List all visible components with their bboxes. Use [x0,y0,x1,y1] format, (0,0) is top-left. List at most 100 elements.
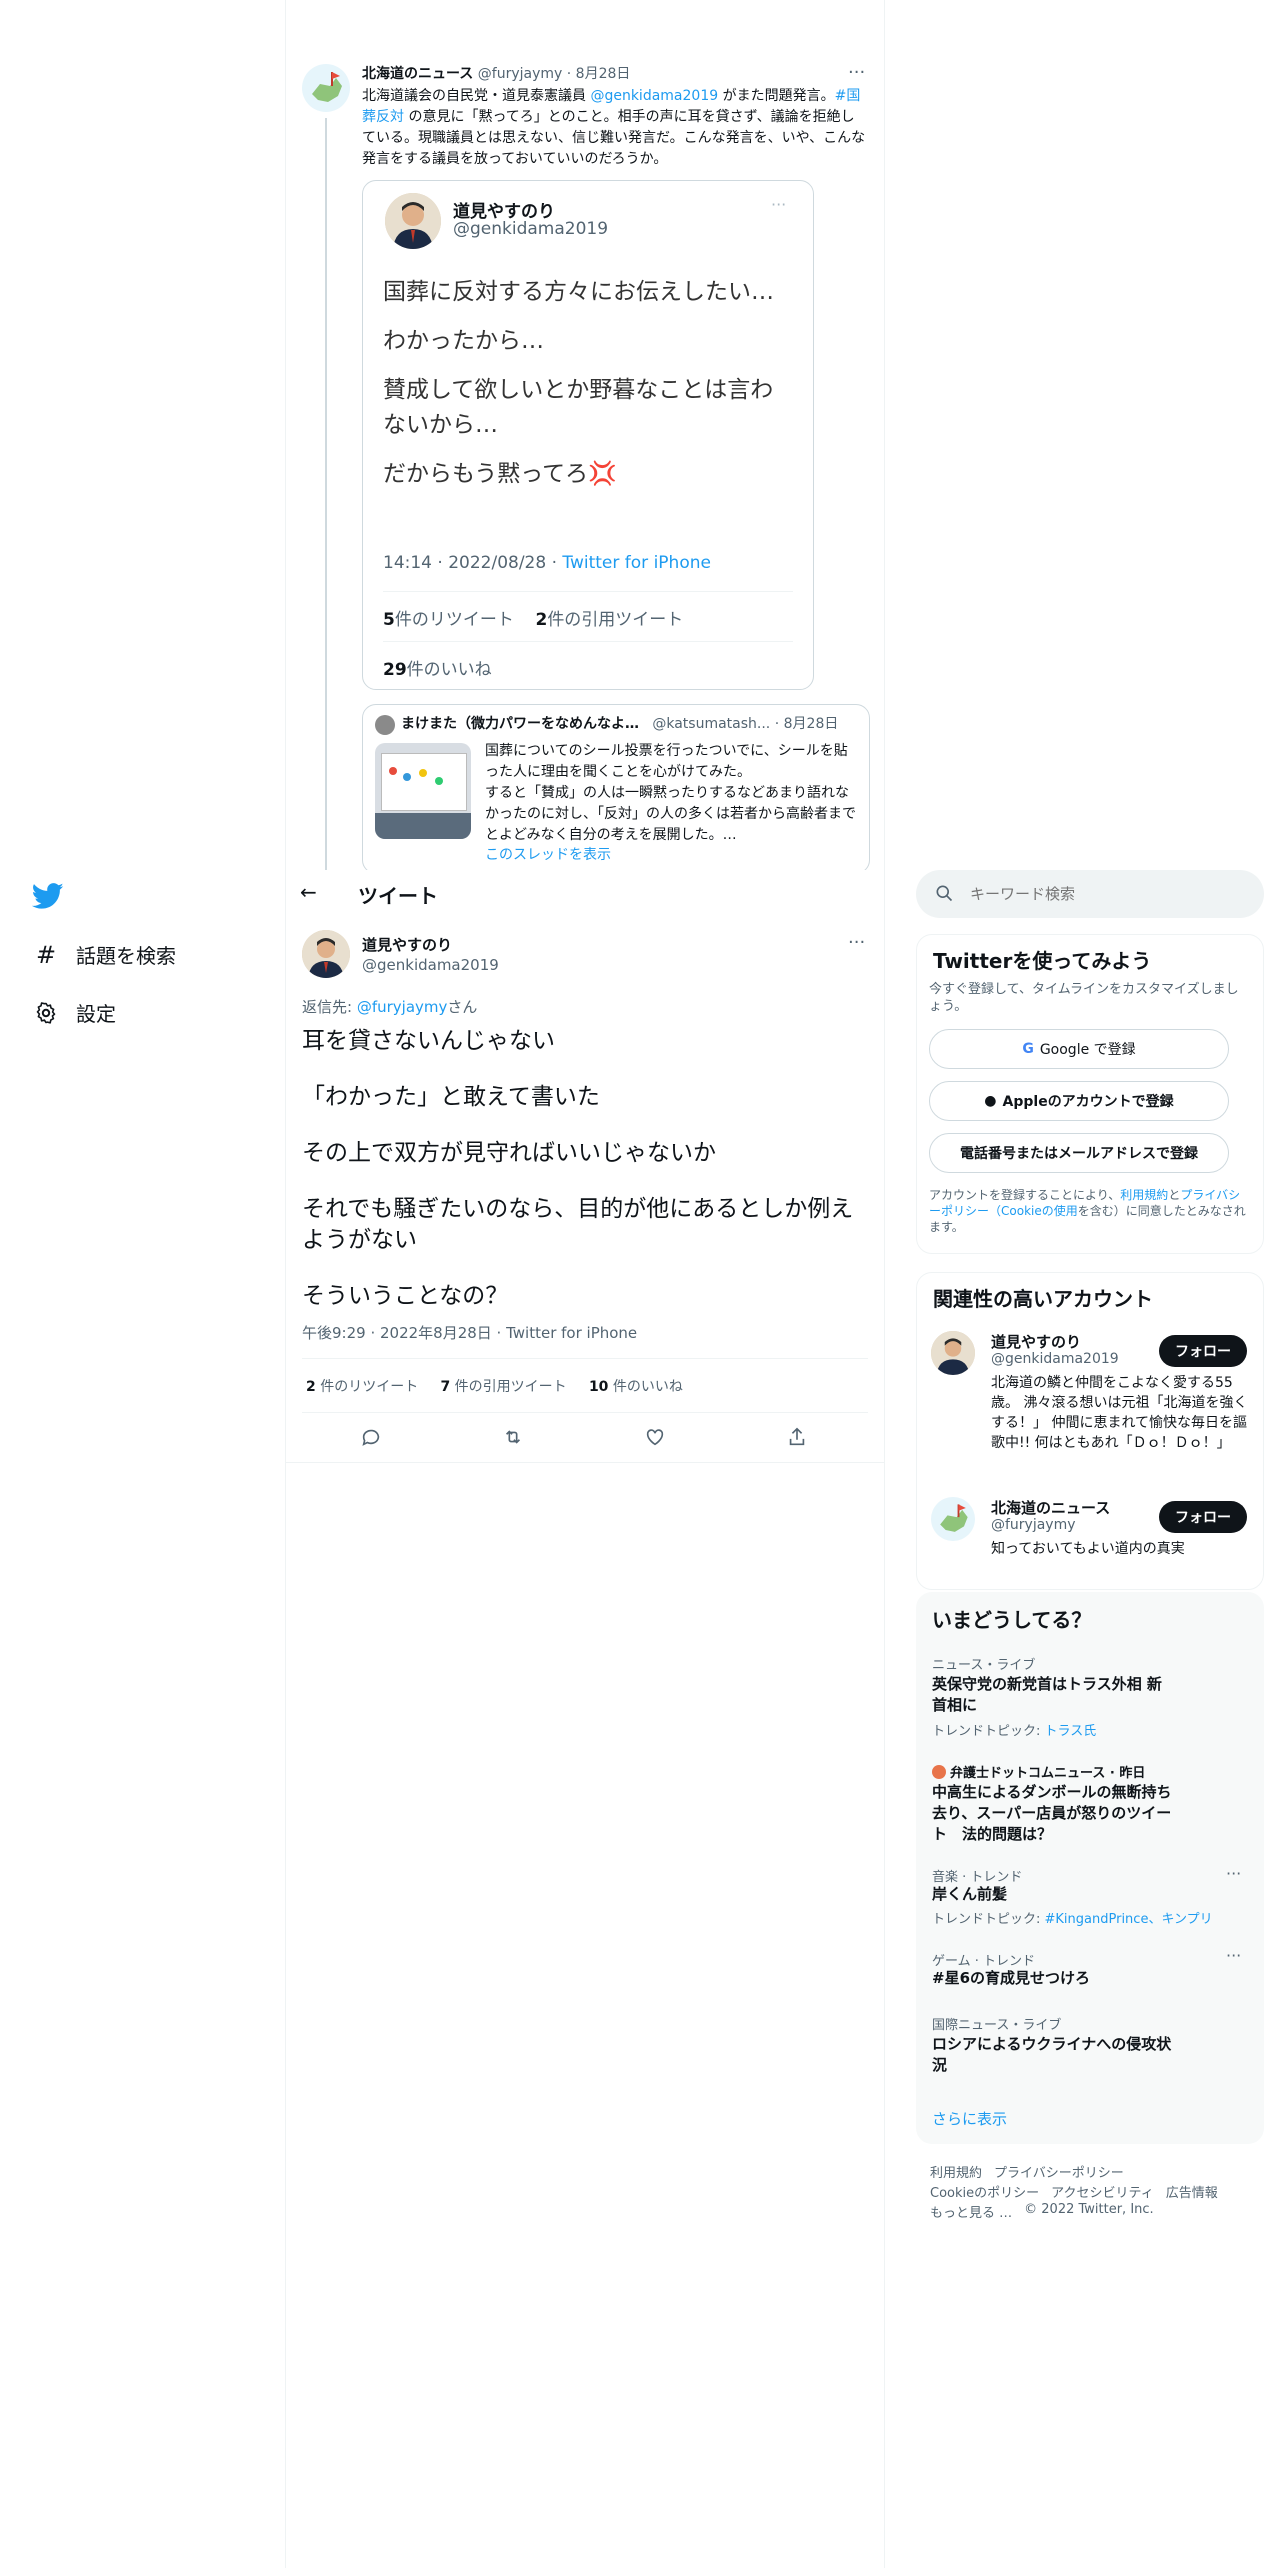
stat-count: 10 [588,1379,609,1395]
related-name[interactable]: 道見やすのり [991,1331,1081,1352]
divider [383,641,793,642]
reply-thumbnail[interactable] [375,743,471,839]
footer-cookies-link[interactable]: Cookieのポリシー [930,2182,1039,2201]
main-author-name[interactable]: 道見やすのり [362,934,452,955]
google-icon: G [1022,1041,1034,1057]
trend-sub-link[interactable]: トラス氏 [1045,1724,1097,1739]
stat-count: 7 [440,1379,451,1395]
related-title: 関連性の高いアカウント [933,1287,1153,1311]
column-divider-right [884,0,885,2568]
quoted-text-part: がまた問題発言。 [718,88,835,104]
like-icon[interactable] [644,1426,666,1452]
follow-button[interactable]: フォロー [1159,1335,1247,1367]
search-icon [934,883,954,907]
embedded-text: 国葬に反対する方々にお伝えしたい… わかったから… 賛成して欲しいとか野暮なこと… [383,275,783,492]
phone-signup-button[interactable]: 電話番号またはメールアドレスで登録 [929,1133,1229,1173]
gear-icon [32,999,60,1027]
google-signup-label: Google で登録 [1039,1042,1136,1058]
stat-label: 件のいいね [406,660,492,680]
back-arrow-icon[interactable]: ← [300,880,317,904]
embedded-avatar [385,193,441,249]
main-author-avatar[interactable] [302,930,350,978]
stat-count: 2 [535,610,548,630]
footer-ads-link[interactable]: 広告情報 [1166,2182,1218,2201]
embedded-source: Twitter for iPhone [562,553,711,573]
show-thread-link[interactable]: このスレッドを表示 [485,845,611,866]
reply-avatar [375,715,395,735]
related-avatar[interactable] [931,1331,975,1375]
reply-header: まけまた（微力パワーをなめんなよ… @katsumatash... · 8月28… [401,716,839,732]
reply-icon[interactable] [360,1426,382,1452]
likes-stat[interactable]: 10 件のいいね [589,1379,683,1395]
share-icon[interactable] [786,1426,808,1452]
retweet-icon[interactable] [502,1426,524,1452]
reply-suffix: さん [447,998,478,1016]
quoted-reply-card[interactable]: まけまた（微力パワーをなめんなよ… @katsumatash... · 8月28… [362,704,870,874]
footer-more-link[interactable]: もっと見る … [930,2202,1012,2221]
embedded-time: 14:14 · 2022/08/28 · [383,553,563,573]
google-signup-button[interactable]: G Google で登録 [929,1029,1229,1069]
quoted-tweet-header: 北海道のニュース @furyjaymy · 8月28日 [362,66,631,82]
search-bar[interactable] [916,870,1264,918]
reply-to-link[interactable]: @furyjaymy [357,998,448,1016]
page-title: ツイート [358,884,438,908]
hokkaido-news-avatar[interactable] [302,64,350,112]
trends-panel: いまどうしてる？ ニュース・ライブ 英保守党の新党首はトラス外相 新首相に トレ… [916,1592,1264,2144]
related-accounts-panel: 関連性の高いアカウント 道見やすのり @genkidama2019 フォロー 北… [916,1272,1264,1590]
nav-settings[interactable]: 設定 [32,998,116,1027]
trend-title: #星6の育成見せつけろ [932,1969,1091,1987]
search-input[interactable] [968,878,1252,910]
quotes-stat[interactable]: 7 件の引用ツイート [440,1379,566,1395]
embedded-line: だからもう黙ってろ💢 [383,461,617,487]
quoted-text-part: の意見に「黙ってろ」とのこと。相手の声に耳を貸さず、議論を拒絶している。現職議員… [362,109,866,167]
footer-row: 利用規約 プライバシーポリシー [930,2162,1124,2181]
retweets-stat[interactable]: 2 件のリツイート [306,1379,418,1395]
more-icon[interactable]: ··· [848,62,865,83]
stat-count: 2 [306,1379,316,1395]
footer-accessibility-link[interactable]: アクセシビリティ [1051,2182,1154,2201]
column-divider-left [285,0,286,2568]
phone-signup-label: 電話番号またはメールアドレスで登録 [960,1146,1198,1162]
signup-subtitle: 今すぐ登録して、タイムラインをカスタマイズしましょう。 [929,982,1239,1014]
tweet-paragraph: 耳を貸さないんじゃない [302,1028,555,1054]
hashtag-icon: # [35,940,57,969]
embedded-retweet-stats: 5件のリツイート 2件の引用ツイート [383,605,683,630]
trend-sub-label: トレンドトピック: [932,1912,1045,1927]
main-timestamp[interactable]: 午後9:29 · 2022年8月28日 · Twitter for iPhone [302,1322,637,1343]
twitter-logo-icon[interactable] [31,880,64,912]
embedded-tweet-image[interactable]: 道見やすのり @genkidama2019 ··· 国葬に反対する方々にお伝えし… [362,180,814,690]
trend-sub-label: トレンドトピック: [932,1724,1045,1739]
divider [302,1412,868,1413]
trend-sub-link[interactable]: #KingandPrince、キンプリ [1045,1912,1213,1927]
terms-link[interactable]: 利用規約 [1120,1188,1168,1202]
trend-title: 中高生によるダンボールの無断持ち去り、スーパー店員が怒りのツイート 法的問題は？ [932,1783,1172,1843]
footer-terms-link[interactable]: 利用規約 [930,2162,982,2181]
related-avatar[interactable] [931,1497,975,1541]
apple-signup-button[interactable]: ● Appleのアカウントで登録 [929,1081,1229,1121]
main-author-handle[interactable]: @genkidama2019 [362,956,499,974]
footer-privacy-link[interactable]: プライバシーポリシー [994,2162,1124,2181]
embedded-timestamp: 14:14 · 2022/08/28 · Twitter for iPhone [383,553,711,573]
reply-author-handle: @katsumatash... [652,716,771,732]
quoted-date[interactable]: 8月28日 [576,66,631,82]
quoted-author-handle[interactable]: @furyjaymy [478,66,563,82]
related-handle[interactable]: @furyjaymy [991,1517,1076,1533]
follow-button[interactable]: フォロー [1159,1501,1247,1533]
stat-label: 件の引用ツイート [454,1379,567,1395]
trends-title: いまどうしてる？ [932,1608,1092,1632]
main-more-icon[interactable]: ··· [848,932,865,953]
nav-explore[interactable]: # 話題を検索 [32,940,176,969]
show-more-link[interactable]: さらに表示 [932,2108,1007,2129]
footer-copyright: © 2022 Twitter, Inc. [1024,2202,1154,2217]
related-handle[interactable]: @genkidama2019 [991,1351,1119,1367]
trend-title: ロシアによるウクライナへの侵攻状況 [932,2035,1172,2074]
reply-text: 国葬についてのシール投票を行ったついでに、シールを貼った人に理由を聞くことを心が… [485,743,856,843]
quoted-author-name[interactable]: 北海道のニュース [362,66,473,82]
trend-category: ゲーム · トレンド [932,1954,1036,1969]
nav-explore-label: 話題を検索 [76,944,176,968]
mention-link[interactable]: @genkidama2019 [590,88,718,104]
stat-label: 件のリツイート [394,610,514,630]
related-name[interactable]: 北海道のニュース [991,1497,1110,1518]
trend-more-icon[interactable]: ··· [1226,1864,1241,1883]
trend-more-icon[interactable]: ··· [1226,1946,1241,1965]
